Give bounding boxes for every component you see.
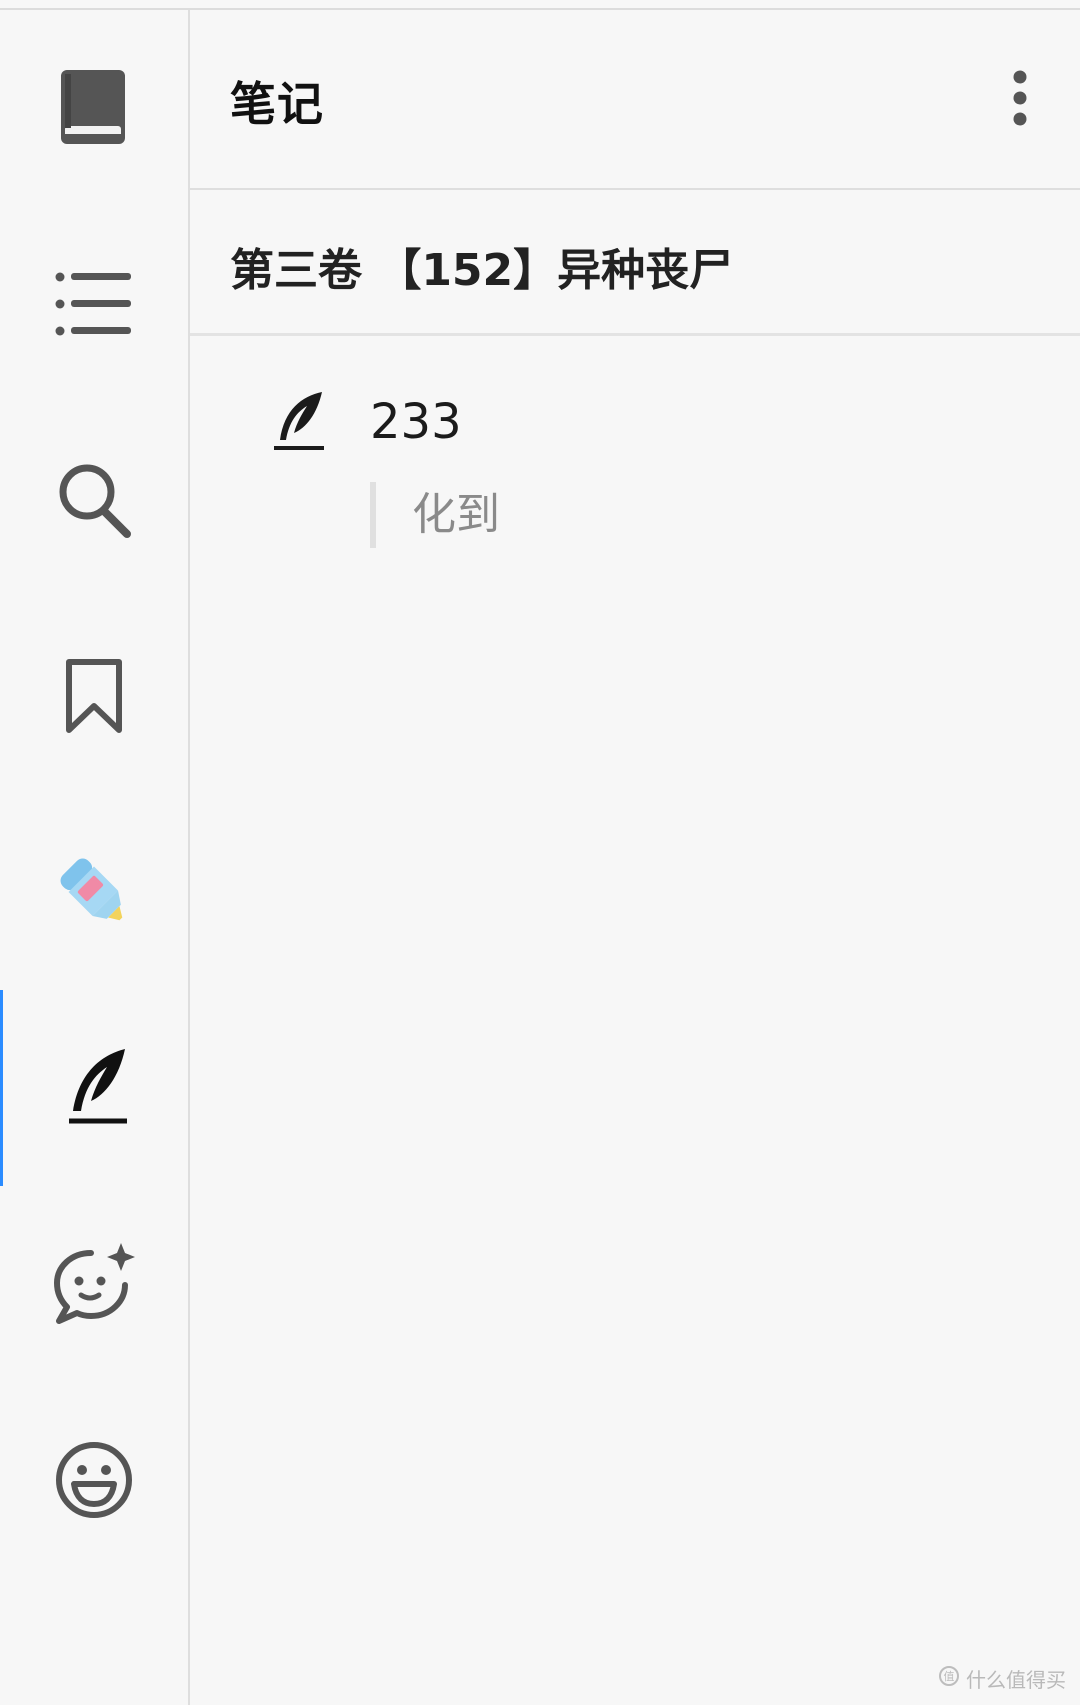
svg-text:值: 值 — [944, 1670, 955, 1683]
sidebar-item-table-of-contents[interactable] — [0, 206, 188, 402]
watermark-logo-icon: 值 — [938, 1665, 960, 1692]
more-vertical-icon — [1012, 69, 1028, 131]
sidebar-item-emoji[interactable] — [0, 1382, 188, 1578]
chapter-title: 第三卷 【152】异种丧尸 — [230, 245, 734, 296]
search-icon — [55, 460, 133, 540]
sidebar-item-notes[interactable] — [0, 990, 188, 1186]
notes-panel: 笔记 第三卷 【152】异种丧尸 233 化到 — [190, 10, 1080, 1705]
watermark-text: 什么值得买 — [966, 1668, 1066, 1692]
watermark: 值 什么值得买 — [938, 1664, 1066, 1693]
window-top-border — [0, 0, 1080, 10]
sidebar-item-comments[interactable] — [0, 1186, 188, 1382]
note-quote: 化到 — [370, 482, 500, 548]
chat-sparkle-icon — [51, 1241, 137, 1327]
sidebar-item-search[interactable] — [0, 402, 188, 598]
book-icon — [59, 68, 129, 148]
bookmark-icon — [63, 656, 125, 736]
sidebar-rail — [0, 10, 190, 1705]
list-icon — [55, 269, 133, 339]
highlighter-icon — [52, 850, 136, 934]
sidebar-item-bookmarks[interactable] — [0, 598, 188, 794]
sidebar-item-highlights[interactable] — [0, 794, 188, 990]
quill-icon — [61, 1047, 131, 1129]
note-text: 233 — [370, 394, 462, 450]
chapter-header: 第三卷 【152】异种丧尸 — [190, 190, 1080, 336]
quill-icon — [270, 390, 326, 454]
panel-header: 笔记 — [190, 10, 1080, 190]
more-options-button[interactable] — [1000, 68, 1040, 132]
page-title: 笔记 — [230, 77, 324, 131]
smiley-icon — [54, 1440, 134, 1520]
sidebar-item-book[interactable] — [0, 10, 188, 206]
